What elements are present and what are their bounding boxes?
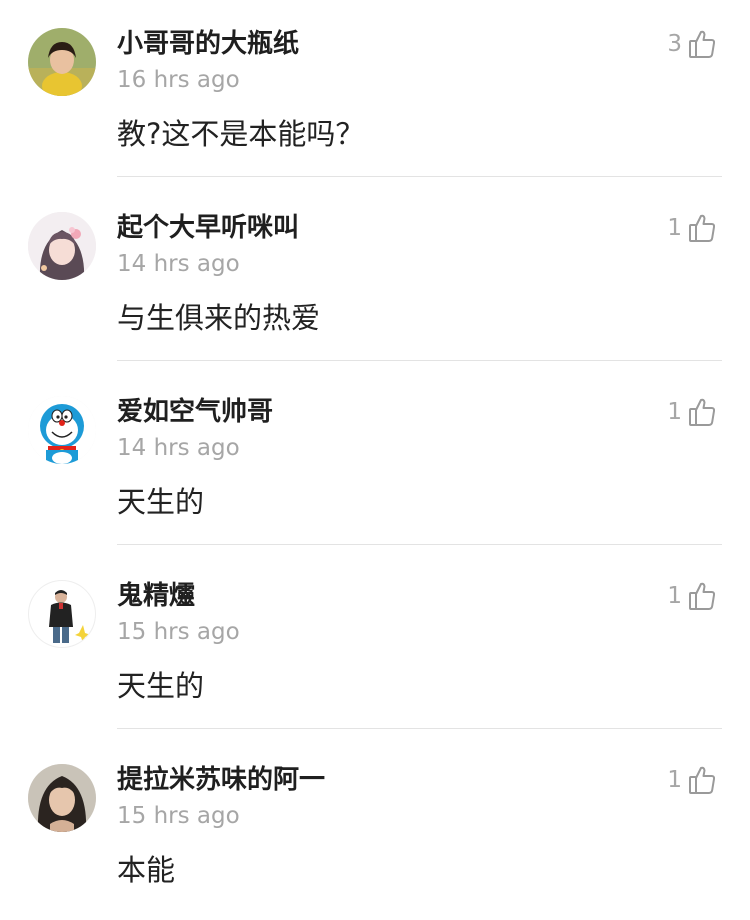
like-count: 1 — [667, 767, 682, 793]
username[interactable]: 小哥哥的大瓶纸 — [117, 26, 299, 62]
divider — [117, 360, 722, 361]
comment-text: 天生的 — [117, 485, 205, 519]
avatar[interactable] — [28, 28, 96, 96]
like-count: 1 — [667, 215, 682, 241]
comment-list: 小哥哥的大瓶纸 16 hrs ago 教?这不是本能吗？ 3 起个大早听咪叫 1… — [0, 0, 750, 901]
username[interactable]: 爱如空气帅哥 — [117, 394, 273, 430]
comment-item: 爱如空气帅哥 14 hrs ago 天生的 1 — [0, 368, 750, 552]
avatar[interactable] — [28, 212, 96, 280]
timestamp: 16 hrs ago — [117, 67, 240, 93]
comment-item: 起个大早听咪叫 14 hrs ago 与生俱来的热爱 1 — [0, 184, 750, 368]
comment-item: 鬼精爧 15 hrs ago 天生的 1 — [0, 552, 750, 736]
username[interactable]: 起个大早听咪叫 — [117, 210, 299, 246]
thumbs-up-icon — [688, 765, 716, 795]
timestamp: 15 hrs ago — [117, 619, 240, 645]
comment-item: 提拉米苏味的阿一 15 hrs ago 本能 1 — [0, 736, 750, 920]
like-button[interactable]: 1 — [667, 579, 716, 613]
comment-text: 天生的 — [117, 669, 205, 703]
divider — [117, 544, 722, 545]
like-count: 1 — [667, 399, 682, 425]
doraemon-avatar-icon — [28, 396, 96, 464]
timestamp: 14 hrs ago — [117, 251, 240, 277]
like-button[interactable]: 3 — [667, 27, 716, 61]
like-count: 3 — [667, 31, 682, 57]
username[interactable]: 鬼精爧 — [117, 578, 195, 614]
thumbs-up-icon — [688, 29, 716, 59]
thumbs-up-icon — [688, 213, 716, 243]
comment-text: 本能 — [117, 853, 176, 887]
comment-item: 小哥哥的大瓶纸 16 hrs ago 教?这不是本能吗？ 3 — [0, 0, 750, 184]
username[interactable]: 提拉米苏味的阿一 — [117, 762, 325, 798]
divider — [117, 728, 722, 729]
like-count: 1 — [667, 583, 682, 609]
like-button[interactable]: 1 — [667, 395, 716, 429]
thumbs-up-icon — [688, 581, 716, 611]
avatar[interactable] — [28, 580, 96, 648]
avatar[interactable] — [28, 396, 96, 464]
anime-girl-avatar-icon — [28, 212, 96, 280]
thumbs-up-icon — [688, 397, 716, 427]
figure-avatar-icon — [29, 581, 95, 647]
like-button[interactable]: 1 — [667, 211, 716, 245]
divider — [117, 176, 722, 177]
timestamp: 14 hrs ago — [117, 435, 240, 461]
child-portrait-avatar-icon — [28, 28, 96, 96]
comment-text: 教?这不是本能吗？ — [117, 117, 365, 151]
like-button[interactable]: 1 — [667, 763, 716, 797]
avatar[interactable] — [28, 764, 96, 832]
comment-text: 与生俱来的热爱 — [117, 301, 321, 335]
timestamp: 15 hrs ago — [117, 803, 240, 829]
woman-portrait-avatar-icon — [28, 764, 96, 832]
